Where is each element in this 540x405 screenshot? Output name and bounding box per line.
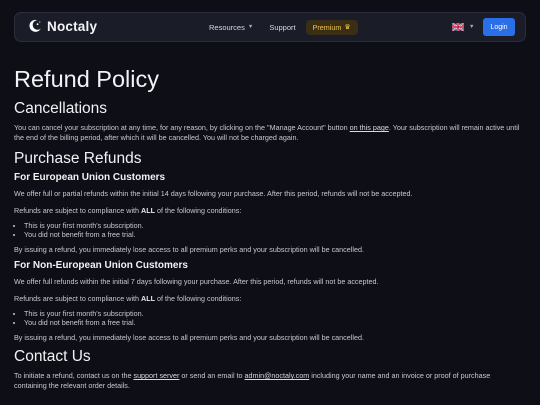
eu-conditions-intro-start: Refunds are subject to compliance with: [14, 206, 142, 215]
contact-heading: Contact Us: [14, 348, 91, 365]
contact-text-start: To initiate a refund, contact us on the: [14, 371, 134, 380]
nav-support-label: Support: [269, 22, 296, 32]
support-server-link[interactable]: support server: [133, 371, 179, 380]
nav-links: Resources ▼ Support Premium ♛: [209, 13, 358, 41]
manage-account-link[interactable]: on this page: [350, 123, 389, 132]
eu-conditions-intro-end: of the following conditions:: [155, 206, 242, 215]
language-selector[interactable]: ▼: [452, 23, 474, 31]
cancellations-text: You can cancel your subscription at any …: [14, 123, 524, 143]
page-title: Refund Policy: [14, 66, 159, 92]
non-eu-refund-window-text: We offer full refunds within the initial…: [14, 277, 379, 286]
eu-customers-heading: For European Union Customers: [14, 172, 166, 183]
premium-label: Premium: [312, 22, 342, 32]
login-button[interactable]: Login: [483, 18, 515, 36]
contact-text: To initiate a refund, contact us on the …: [14, 371, 524, 391]
chevron-down-icon: ▼: [247, 24, 254, 30]
eu-conditions-intro: Refunds are subject to compliance with A…: [14, 206, 524, 216]
premium-button[interactable]: Premium ♛: [305, 19, 358, 35]
top-navbar: Noctaly Resources ▼ Support Premium ♛ ▼ …: [14, 12, 526, 42]
uk-flag-icon: [452, 23, 464, 31]
cancellations-heading: Cancellations: [14, 100, 108, 117]
purchase-refunds-heading: Purchase Refunds: [14, 150, 142, 167]
list-item: You did not benefit from a free trial.: [24, 230, 524, 239]
non-eu-conditions-list: This is your first month's subscription.…: [14, 309, 524, 327]
main-content: Refund Policy Cancellations You can canc…: [14, 64, 524, 391]
non-eu-conditions-intro-end: of the following conditions:: [155, 294, 242, 303]
cancellations-text-start: You can cancel your subscription at any …: [14, 123, 350, 132]
non-eu-conditions-all: ALL: [141, 294, 156, 303]
crown-icon: ♛: [344, 24, 351, 31]
list-item: This is your first month's subscription.: [24, 309, 524, 318]
nav-resources-label: Resources: [209, 22, 245, 32]
chevron-down-icon: ▼: [469, 24, 475, 30]
list-item: This is your first month's subscription.: [24, 221, 524, 230]
admin-email-link[interactable]: admin@noctaly.com: [245, 371, 310, 380]
non-eu-customers-heading: For Non-European Union Customers: [14, 260, 188, 271]
non-eu-conditions-intro-start: Refunds are subject to compliance with: [14, 294, 142, 303]
non-eu-conditions-intro: Refunds are subject to compliance with A…: [14, 294, 524, 304]
eu-refund-consequence-text: By issuing a refund, you immediately los…: [14, 245, 364, 254]
eu-conditions-all: ALL: [141, 206, 156, 215]
contact-text-middle: or send an email to: [179, 371, 245, 380]
moon-logo-icon: [29, 19, 41, 32]
eu-conditions-list: This is your first month's subscription.…: [14, 221, 524, 239]
brand-logo[interactable]: Noctaly: [27, 18, 97, 34]
brand-name: Noctaly: [47, 18, 98, 34]
nav-support-link[interactable]: Support: [269, 23, 295, 32]
non-eu-refund-consequence-text: By issuing a refund, you immediately los…: [14, 333, 364, 342]
list-item: You did not benefit from a free trial.: [24, 318, 524, 327]
nav-resources-dropdown[interactable]: Resources ▼: [209, 23, 253, 32]
eu-refund-window-text: We offer full or partial refunds within …: [14, 189, 413, 198]
